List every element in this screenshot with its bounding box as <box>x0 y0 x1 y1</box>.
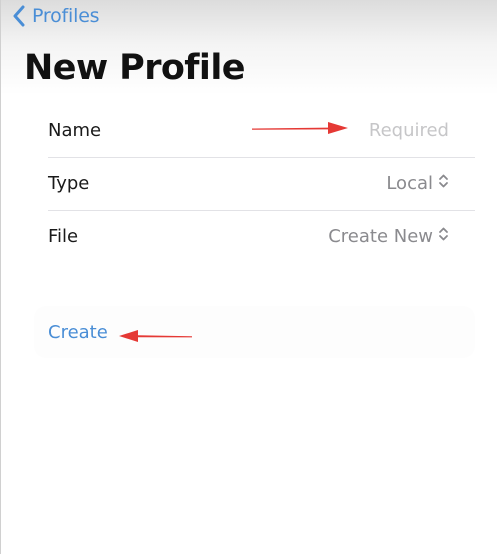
file-picker[interactable]: File Create New <box>48 210 475 263</box>
arrow-icon <box>252 122 348 134</box>
arrow-icon <box>119 330 192 342</box>
file-label: File <box>48 226 79 247</box>
window-edge <box>0 0 1 554</box>
chevron-up-down-icon <box>438 226 449 247</box>
type-picker[interactable]: Type Local <box>48 157 475 210</box>
page-title: New Profile <box>24 48 245 88</box>
type-value: Local <box>386 173 433 194</box>
chevron-up-down-icon <box>438 173 449 194</box>
file-value: Create New <box>328 226 433 247</box>
back-button[interactable]: Profiles <box>12 3 100 29</box>
name-label: Name <box>48 120 102 141</box>
chevron-left-icon <box>12 5 26 27</box>
type-label: Type <box>48 173 90 194</box>
create-button[interactable]: Create <box>48 306 108 358</box>
new-profile-screen: Profiles New Profile Name Type Local Fil… <box>0 0 497 554</box>
action-card: Create <box>34 306 475 358</box>
back-button-label: Profiles <box>32 5 100 27</box>
